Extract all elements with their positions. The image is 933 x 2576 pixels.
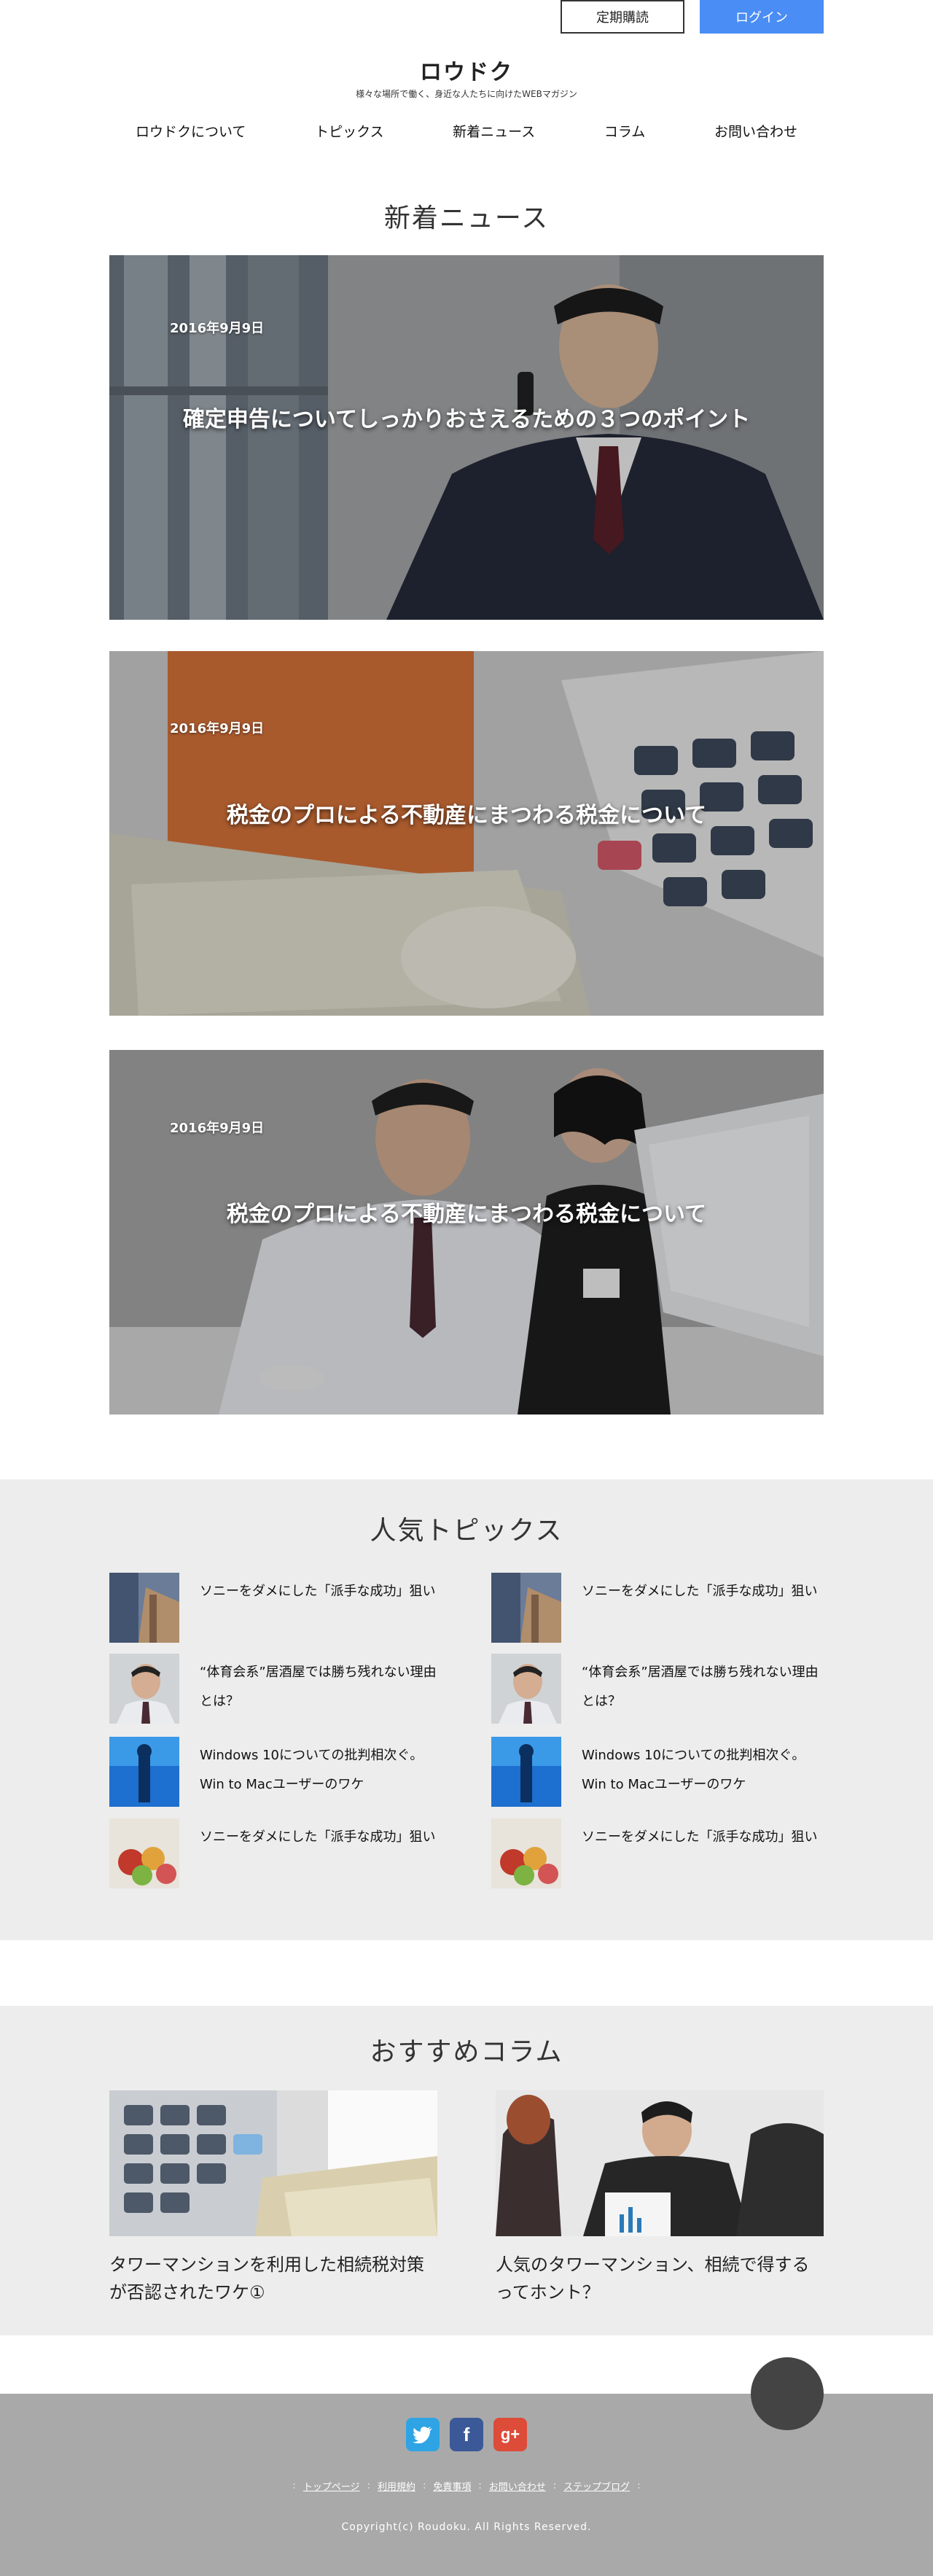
twitter-icon[interactable] <box>406 2418 440 2451</box>
column-title: 人気のタワーマンション、相続で得するってホント？ <box>496 2254 810 2303</box>
topic-thumbnail <box>491 1573 561 1643</box>
footer-link-blog[interactable]: ステップブログ <box>563 2479 630 2493</box>
footer-separator: : <box>292 2480 296 2491</box>
topic-thumbnail <box>109 1654 179 1724</box>
news-card[interactable]: 2016年9月9日 確定申告についてしっかりおさえるための３つのポイント <box>109 255 824 620</box>
footer-link-top[interactable]: トップページ <box>303 2479 360 2493</box>
copyright: Copyright(c) Roudoku. All Rights Reserve… <box>341 2521 592 2533</box>
topic-thumbnail <box>109 1737 179 1807</box>
column-title: タワーマンションを利用した相続税対策が否認されたワケ① <box>109 2254 424 2303</box>
nav-item-news[interactable]: 新着ニュース <box>426 118 561 144</box>
topic-title: ソニーをダメにした「派手な成功」狙い <box>200 1584 436 1599</box>
footer-separator: : <box>367 2480 370 2491</box>
topic-title: ソニーをダメにした「派手な成功」狙い <box>582 1584 818 1599</box>
topic-item[interactable]: Windows 10についての批判相次ぐ。Win to Macユーザーのワケ <box>491 1737 827 1807</box>
main-nav: ロウドクについて トピックス 新着ニュース コラム お問い合わせ <box>109 118 824 144</box>
nav-item-about[interactable]: ロウドクについて <box>109 118 272 144</box>
topic-title: ソニーをダメにした「派手な成功」狙い <box>582 1829 818 1845</box>
column-card[interactable]: タワーマンションを利用した相続税対策が否認されたワケ① <box>109 2090 437 2306</box>
footer-separator: : <box>637 2480 641 2491</box>
subscribe-button[interactable]: 定期購読 <box>561 0 684 34</box>
news-section-title: 新着ニュース <box>383 203 550 233</box>
topic-thumbnail <box>491 1818 561 1888</box>
nav-item-topics[interactable]: トピックス <box>289 118 410 144</box>
social-links: f g+ <box>0 2418 933 2451</box>
column-image-business-meeting <box>496 2090 824 2236</box>
footer-link-disclaimer[interactable]: 免責事項 <box>433 2479 471 2493</box>
footer-link-terms[interactable]: 利用規約 <box>378 2479 415 2493</box>
news-card[interactable]: 2016年9月9日 税金のプロによる不動産にまつわる税金について <box>109 1050 824 1415</box>
topic-title: Windows 10についての批判相次ぐ。Win to Macユーザーのワケ <box>200 1748 423 1792</box>
topic-title: ソニーをダメにした「派手な成功」狙い <box>200 1829 436 1845</box>
topic-thumbnail <box>491 1654 561 1724</box>
nav-item-column[interactable]: コラム <box>578 118 671 144</box>
facebook-icon[interactable]: f <box>450 2418 483 2451</box>
footer-link-contact[interactable]: お問い合わせ <box>489 2479 546 2493</box>
footer-links: : トップページ : 利用規約 : 免責事項 : お問い合わせ : ステップブロ… <box>0 2479 933 2493</box>
news-overlay <box>109 651 824 1016</box>
google-plus-icon[interactable]: g+ <box>493 2418 527 2451</box>
topic-thumbnail <box>109 1573 179 1643</box>
topic-item[interactable]: “体育会系”居酒屋では勝ち残れない理由とは？ <box>491 1654 827 1724</box>
news-date: 2016年9月9日 <box>170 1121 265 1136</box>
news-date: 2016年9月9日 <box>170 721 265 736</box>
topics-section-title: 人気トピックス <box>370 1516 563 1546</box>
topic-thumbnail <box>491 1737 561 1807</box>
news-date: 2016年9月9日 <box>170 321 265 336</box>
footer-separator: : <box>422 2480 426 2491</box>
column-image-calculator <box>109 2090 437 2236</box>
topic-thumbnail <box>109 1818 179 1888</box>
topic-item[interactable]: ソニーをダメにした「派手な成功」狙い <box>491 1573 827 1643</box>
news-overlay <box>109 1050 824 1415</box>
topic-title: “体育会系”居酒屋では勝ち残れない理由とは？ <box>582 1665 819 1709</box>
columns-section-title: おすすめコラム <box>370 2037 563 2067</box>
login-button[interactable]: ログイン <box>700 0 824 34</box>
topic-item[interactable]: ソニーをダメにした「派手な成功」狙い <box>491 1818 827 1888</box>
footer-separator: : <box>478 2480 482 2491</box>
footer-separator: : <box>553 2480 557 2491</box>
news-title: 確定申告についてしっかりおさえるための３つのポイント <box>182 407 751 432</box>
topic-title: “体育会系”居酒屋では勝ち残れない理由とは？ <box>200 1665 437 1709</box>
column-card[interactable]: 人気のタワーマンション、相続で得するってホント？ <box>496 2090 824 2306</box>
news-card[interactable]: 2016年9月9日 税金のプロによる不動産にまつわる税金について <box>109 651 824 1016</box>
nav-item-contact[interactable]: お問い合わせ <box>688 118 824 144</box>
news-overlay <box>109 255 824 620</box>
site-logo[interactable]: ロウドク <box>0 54 933 86</box>
topic-title: Windows 10についての批判相次ぐ。Win to Macユーザーのワケ <box>582 1748 805 1792</box>
page: 定期購読 ログイン ロウドク 様々な場所で働く、身近な人たちに向けたWEBマガジ… <box>0 0 933 2576</box>
news-title: 税金のプロによる不動産にまつわる税金について <box>226 1202 707 1227</box>
topic-item[interactable]: ソニーをダメにした「派手な成功」狙い <box>109 1818 445 1888</box>
news-title: 税金のプロによる不動産にまつわる税金について <box>226 803 707 828</box>
topic-item[interactable]: Windows 10についての批判相次ぐ。Win to Macユーザーのワケ <box>109 1737 445 1807</box>
topic-item[interactable]: ソニーをダメにした「派手な成功」狙い <box>109 1573 445 1643</box>
topic-item[interactable]: “体育会系”居酒屋では勝ち残れない理由とは？ <box>109 1654 445 1724</box>
site-tagline: 様々な場所で働く、身近な人たちに向けたWEBマガジン <box>356 89 577 99</box>
top-bar: 定期購読 ログイン <box>0 0 933 35</box>
